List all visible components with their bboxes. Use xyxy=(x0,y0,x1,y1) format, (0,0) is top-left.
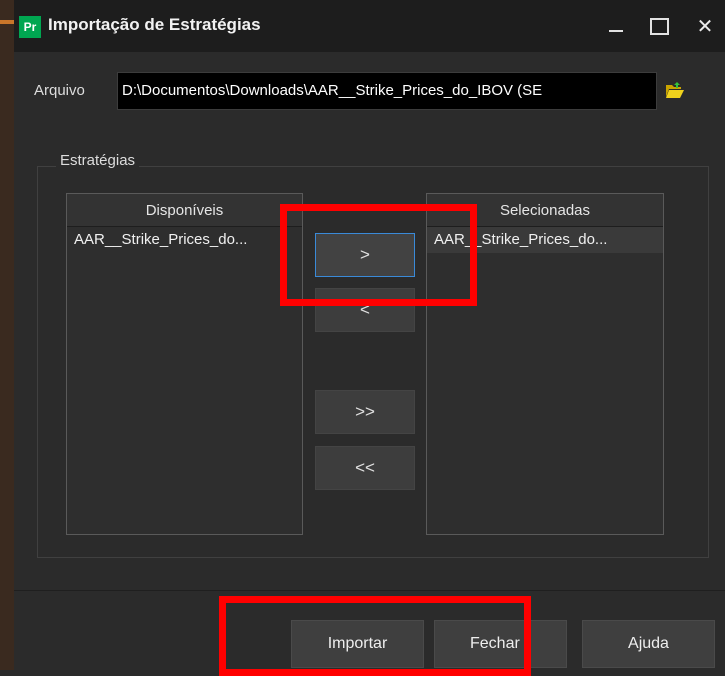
footer-divider xyxy=(14,590,725,591)
minimize-icon xyxy=(609,30,623,32)
file-path-field[interactable]: D:\Documentos\Downloads\AAR__Strike_Pric… xyxy=(117,72,657,110)
background-accent xyxy=(0,20,14,24)
background-window-edge xyxy=(0,0,14,670)
available-list[interactable]: Disponíveis AAR__Strike_Prices_do... xyxy=(66,193,303,535)
window-title: Importação de Estratégias xyxy=(48,15,261,34)
import-strategies-dialog: Pr Importação de Estratégias ✕ Arquivo D… xyxy=(14,0,725,676)
app-logo-icon: Pr xyxy=(19,16,41,38)
close-icon: ✕ xyxy=(696,15,714,38)
remove-all-button[interactable]: << xyxy=(315,446,415,490)
help-button[interactable]: Ajuda xyxy=(582,620,715,668)
available-list-item[interactable]: AAR__Strike_Prices_do... xyxy=(67,227,302,253)
highlight-box-footer-buttons xyxy=(219,596,531,676)
available-list-header[interactable]: Disponíveis xyxy=(67,194,302,227)
title-bar[interactable]: Pr Importação de Estratégias ✕ xyxy=(14,0,725,52)
maximize-icon xyxy=(649,17,669,35)
strategies-group-title: Estratégias xyxy=(56,152,140,169)
highlight-box-move-button xyxy=(280,204,477,306)
close-window-button[interactable]: ✕ xyxy=(685,10,725,42)
maximize-button[interactable] xyxy=(639,10,679,42)
add-all-button[interactable]: >> xyxy=(315,390,415,434)
minimize-button[interactable] xyxy=(596,10,636,42)
folder-open-icon[interactable] xyxy=(665,81,685,99)
file-label: Arquivo xyxy=(34,82,85,99)
